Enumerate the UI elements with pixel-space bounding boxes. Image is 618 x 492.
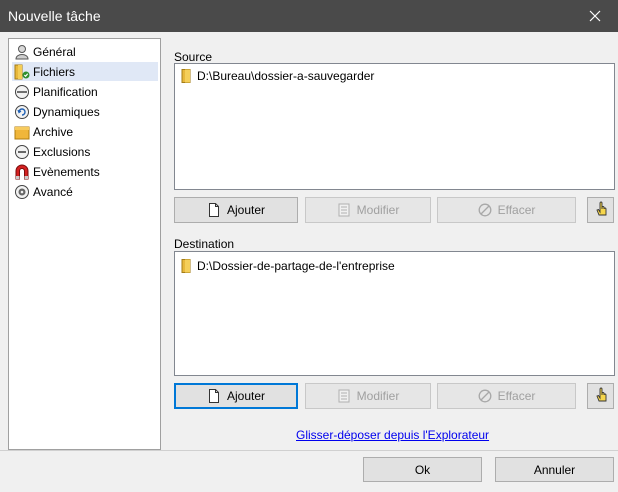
source-add-label: Ajouter [226,203,266,217]
ok-button[interactable]: Ok [363,457,482,482]
destination-label: Destination [174,237,235,251]
source-delete-label: Effacer [497,203,536,217]
ok-label: Ok [414,462,431,477]
sidebar-item-planification[interactable]: Planification [12,82,158,101]
sidebar-item-label: Général [33,44,76,59]
forbidden-icon [478,389,492,403]
sidebar-item-archive[interactable]: Archive [12,122,158,141]
source-add-button[interactable]: Ajouter [174,197,298,223]
destination-list[interactable]: D:\Dossier-de-partage-de-l'entreprise [174,251,615,376]
sidebar-item-label: Evènements [33,164,100,179]
refresh-icon [14,104,30,120]
new-file-icon [207,203,221,217]
destination-path: D:\Dossier-de-partage-de-l'entreprise [197,259,395,273]
sidebar-item-fichiers[interactable]: Fichiers [12,62,158,81]
cancel-button[interactable]: Annuler [495,457,614,482]
sidebar-item-dynamiques[interactable]: Dynamiques [12,102,158,121]
forbidden-icon [478,203,492,217]
user-icon [14,44,30,60]
sidebar-item-exclusions[interactable]: Exclusions [12,142,158,161]
list-item[interactable]: D:\Bureau\dossier-a-sauvegarder [181,69,374,83]
destination-modify-button[interactable]: Modifier [305,383,431,409]
magnet-icon [14,164,30,180]
window-title: Nouvelle tâche [8,8,101,24]
new-file-icon [207,389,221,403]
folder-icon [181,69,193,83]
source-drag-button[interactable] [587,197,614,223]
source-modify-button[interactable]: Modifier [305,197,431,223]
sidebar-item-label: Planification [33,84,98,99]
sidebar-item-label: Dynamiques [33,104,100,119]
sidebar-item-label: Fichiers [33,64,76,79]
archive-folder-icon [14,124,30,140]
destination-delete-label: Effacer [497,389,536,403]
clock-icon [14,84,30,100]
footer-divider [0,450,618,451]
title-bar: Nouvelle tâche [0,0,618,32]
source-modify-label: Modifier [356,203,400,217]
list-item[interactable]: D:\Dossier-de-partage-de-l'entreprise [181,259,395,273]
gear-icon [14,184,30,200]
notebook-icon [337,389,351,403]
sidebar-item-evenements[interactable]: Evènements [12,162,158,181]
sidebar-item-label: Avancé [33,184,73,199]
notebook-icon [337,203,351,217]
sidebar-item-label: Archive [33,124,74,139]
minus-circle-icon [14,144,30,160]
source-delete-button[interactable]: Effacer [437,197,576,223]
sidebar-item-label: Exclusions [33,144,91,159]
source-list[interactable]: D:\Bureau\dossier-a-sauvegarder [174,63,615,190]
destination-add-button[interactable]: Ajouter [174,383,298,409]
source-path: D:\Bureau\dossier-a-sauvegarder [197,69,375,83]
hand-pointer-icon [594,387,608,406]
destination-drag-button[interactable] [587,383,614,409]
sidebar: Général Fichiers Planification Dynamique… [8,38,161,450]
cancel-label: Annuler [533,462,576,477]
destination-modify-label: Modifier [356,389,400,403]
destination-add-label: Ajouter [226,389,266,403]
source-label: Source [174,50,213,64]
drag-drop-explorer-link[interactable]: Glisser-déposer depuis l'Explorateur [296,428,489,442]
hand-pointer-icon [594,201,608,220]
folder-icon [14,64,30,80]
sidebar-item-general[interactable]: Général [12,42,158,61]
folder-icon [181,259,193,273]
sidebar-item-avance[interactable]: Avancé [12,182,158,201]
close-icon[interactable] [572,0,618,32]
destination-delete-button[interactable]: Effacer [437,383,576,409]
